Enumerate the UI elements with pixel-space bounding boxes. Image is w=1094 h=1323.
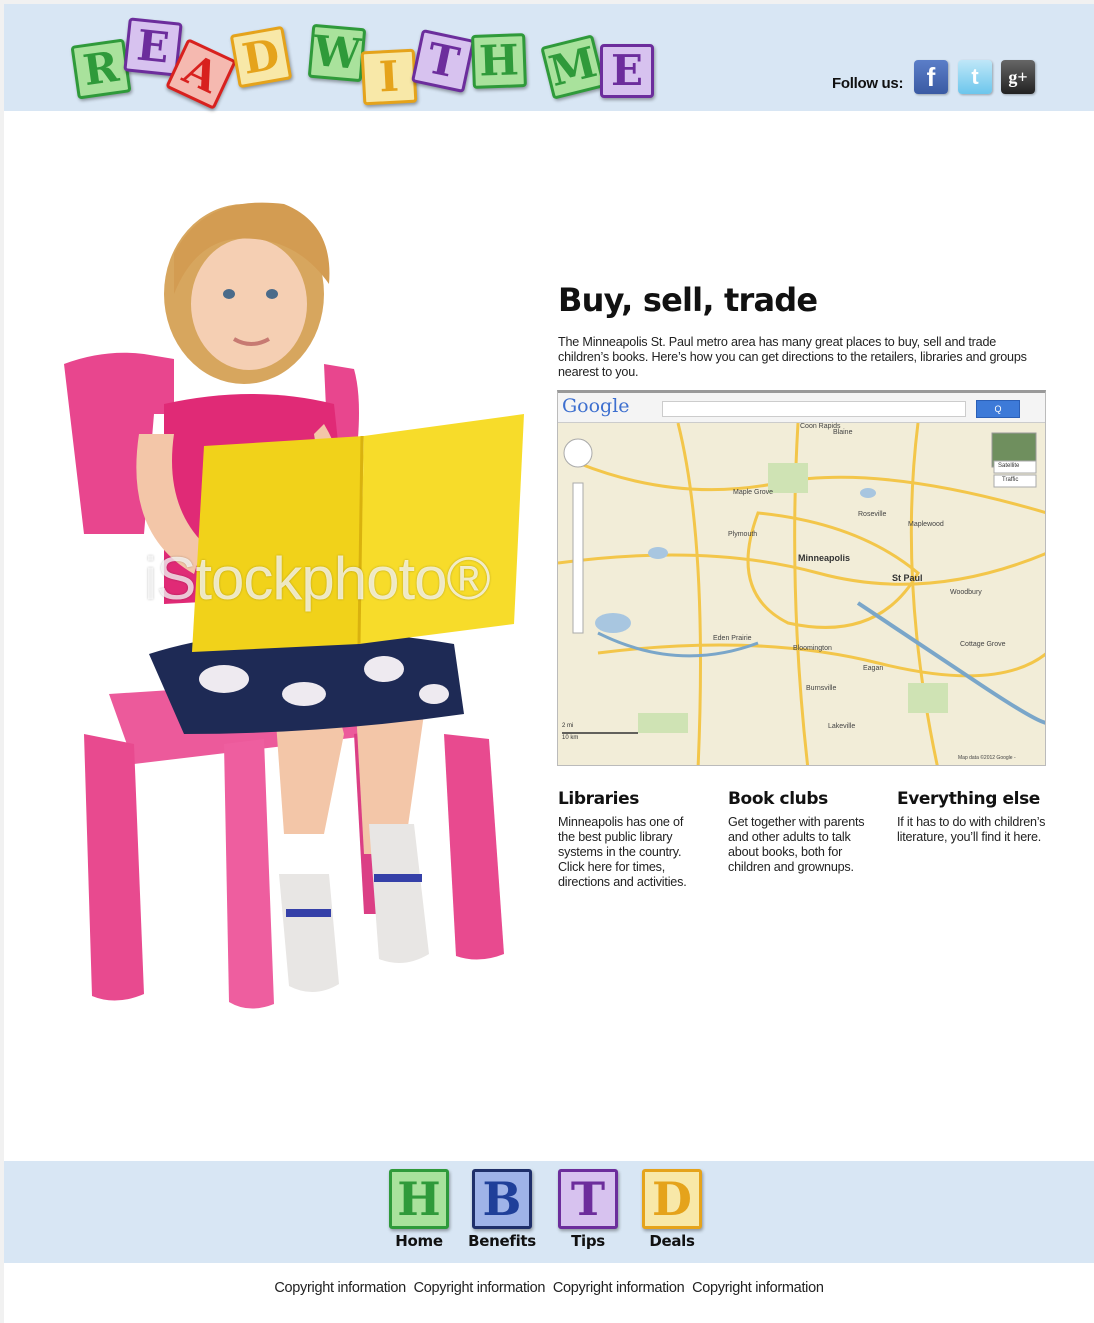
tips-block-icon: T — [558, 1169, 618, 1229]
map-label: Bloomington — [793, 645, 832, 652]
copyright-link[interactable]: Copyright information — [553, 1280, 685, 1296]
map-label: Minneapolis — [798, 553, 851, 563]
column-title: Book clubs — [728, 789, 828, 809]
everything-else-column[interactable]: Everything else If it has to do with chi… — [897, 789, 1047, 845]
google-map[interactable]: Google Q Minneapolis St Paul Woodbury Ma… — [557, 390, 1046, 766]
copyright-link[interactable]: Copyright information — [414, 1280, 546, 1296]
logo-block: T — [410, 28, 476, 94]
map-label: Eagan — [863, 665, 884, 672]
map-search-button[interactable]: Q — [976, 400, 1020, 418]
deals-block-icon: D — [642, 1169, 702, 1229]
column-title: Libraries — [558, 789, 639, 809]
logo-block: R — [70, 38, 132, 100]
nav-home[interactable]: H Home — [379, 1169, 459, 1250]
libraries-column[interactable]: Libraries Minneapolis has one of the bes… — [558, 789, 698, 890]
site-logo[interactable]: R E A D W I T H M E — [64, 12, 664, 110]
map-label: Woodbury — [950, 589, 982, 596]
map-search-bar: Google Q — [558, 393, 1045, 423]
map-label: Cottage Grove — [960, 641, 1006, 648]
copyright-link[interactable]: Copyright information — [274, 1280, 406, 1296]
nav-label: Benefits — [468, 1232, 536, 1250]
map-canvas[interactable]: Minneapolis St Paul Woodbury Maplewood R… — [558, 422, 1045, 765]
map-label: Blaine — [833, 429, 853, 436]
map-scale: 2 mi — [562, 723, 574, 729]
benefits-block-icon: B — [472, 1169, 532, 1229]
copyright-bar: Copyright information Copyright informat… — [4, 1280, 1094, 1296]
column-text: Minneapolis has one of the best public l… — [558, 815, 687, 889]
footer-nav: H Home B Benefits T Tips D Deals — [4, 1161, 1094, 1263]
map-label: Plymouth — [728, 531, 758, 538]
facebook-icon[interactable]: f — [914, 60, 948, 94]
nav-label: Deals — [649, 1232, 695, 1250]
main-content: Buy, sell, trade The Minneapolis St. Pau… — [558, 281, 1053, 380]
map-label: Roseville — [858, 511, 887, 518]
nav-label: Tips — [571, 1232, 605, 1250]
map-label: Maple Grove — [733, 489, 774, 496]
map-scale: 10 km — [562, 735, 579, 741]
twitter-icon[interactable]: t — [958, 60, 992, 94]
map-label: Coon Rapids — [800, 423, 841, 430]
intro-text: The Minneapolis St. Paul metro area has … — [558, 335, 1027, 379]
map-copyright: Map data ©2012 Google - — [958, 755, 1016, 761]
google-logo: Google — [562, 395, 630, 417]
nav-tips[interactable]: T Tips — [548, 1169, 628, 1250]
watermark-text: iStockphoto® — [144, 545, 491, 612]
logo-block: H — [471, 33, 527, 89]
map-label: Lakeville — [828, 723, 856, 730]
page-title: Buy, sell, trade — [558, 281, 818, 319]
nav-label: Home — [395, 1232, 443, 1250]
hero-photo: iStockphoto® — [24, 174, 524, 1014]
map-control[interactable]: Traffic — [1002, 477, 1018, 483]
logo-block: I — [360, 48, 418, 106]
page: R E A D W I T H M E Follow us: f t g+ iS… — [4, 4, 1094, 1323]
logo-block: E — [600, 44, 654, 98]
logo-block: M — [540, 34, 606, 100]
header: R E A D W I T H M E Follow us: f t g+ — [4, 4, 1094, 111]
logo-block: W — [307, 23, 367, 83]
book-clubs-column[interactable]: Book clubs Get together with parents and… — [728, 789, 878, 875]
nav-deals[interactable]: D Deals — [632, 1169, 712, 1250]
nav-benefits[interactable]: B Benefits — [462, 1169, 542, 1250]
map-label: St Paul — [892, 573, 923, 583]
map-search-input[interactable] — [662, 401, 966, 417]
copyright-link[interactable]: Copyright information — [692, 1280, 824, 1296]
column-title: Everything else — [897, 789, 1040, 809]
logo-block: D — [229, 25, 293, 89]
column-text: Get together with parents and other adul… — [728, 815, 865, 874]
map-label: Burnsville — [806, 685, 837, 692]
map-label: Eden Prairie — [713, 635, 752, 642]
map-control[interactable]: Satellite — [998, 463, 1019, 469]
google-plus-icon[interactable]: g+ — [1001, 60, 1035, 94]
map-label: Maplewood — [908, 521, 944, 528]
home-block-icon: H — [389, 1169, 449, 1229]
follow-us-label: Follow us: — [832, 75, 904, 92]
column-text: If it has to do with children’s literatu… — [897, 815, 1046, 844]
